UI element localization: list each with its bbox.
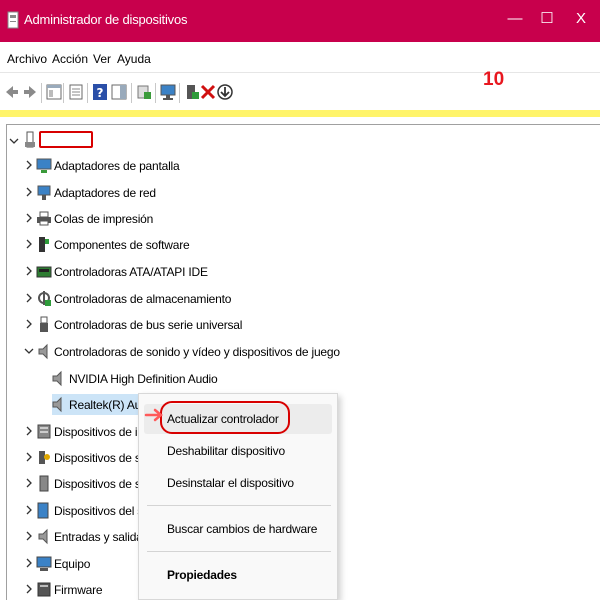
tree-item-label: Colas de impresión — [54, 212, 154, 226]
chevron-right-icon[interactable] — [24, 292, 34, 304]
tree-item-controladoras-almacenamiento[interactable]: Controladoras de almacenamiento — [7, 288, 597, 310]
forward-icon[interactable] — [21, 83, 39, 101]
help-icon[interactable]: ? — [91, 83, 109, 101]
chevron-right-icon[interactable] — [24, 477, 34, 489]
tree-item-controladoras-usb[interactable]: Controladoras de bus serie universal — [7, 314, 597, 336]
chevron-down-icon[interactable] — [9, 135, 19, 147]
properties-icon[interactable] — [67, 83, 85, 101]
tree-item-label: Adaptadores de pantalla — [54, 159, 180, 173]
toolbar-separator — [131, 83, 132, 103]
back-icon[interactable] — [3, 83, 21, 101]
red-highlight-oval — [160, 401, 290, 434]
step-number-annotation: 10 — [483, 69, 505, 90]
chevron-right-icon[interactable] — [24, 265, 34, 277]
ide-controller-icon — [36, 266, 52, 278]
tree-item-label: Equipo — [54, 557, 91, 571]
menu-item-disable-device[interactable]: Deshabilitar dispositivo — [144, 436, 332, 466]
network-adapter-icon — [37, 185, 51, 200]
chevron-right-icon[interactable] — [24, 212, 34, 224]
hid-icon — [37, 424, 51, 439]
tree-item-nvidia-audio[interactable]: NVIDIA High Definition Audio — [7, 368, 597, 390]
toolbar-separator — [179, 83, 180, 103]
tree-item-label: Controladoras de bus serie universal — [54, 318, 243, 332]
chevron-down-icon[interactable] — [24, 345, 34, 357]
speaker-icon — [52, 370, 62, 387]
menu-accion[interactable]: Acción — [52, 52, 88, 66]
redacted-computer-name — [39, 131, 93, 148]
window-title: Administrador de dispositivos — [24, 12, 188, 27]
software-component-icon — [39, 237, 49, 252]
chevron-right-icon[interactable] — [24, 504, 34, 516]
tree-item-label: NVIDIA High Definition Audio — [69, 372, 218, 386]
printer-icon — [37, 211, 51, 226]
highlight-bar — [0, 110, 600, 117]
chevron-right-icon[interactable] — [24, 451, 34, 463]
software-device-icon — [39, 475, 49, 492]
storage-controller-icon — [38, 291, 51, 306]
chevron-right-icon[interactable] — [24, 318, 34, 330]
tree-item-adaptadores-pantalla[interactable]: Adaptadores de pantalla — [7, 155, 597, 177]
tree-item-label: Controladoras de almacenamiento — [54, 292, 232, 306]
menu-item-scan-hardware[interactable]: Buscar cambios de hardware — [144, 514, 332, 544]
security-device-icon — [39, 451, 50, 464]
download-icon[interactable] — [216, 83, 234, 101]
speaker-icon — [52, 396, 62, 413]
tree-item-label: Adaptadores de red — [54, 186, 156, 200]
toolbar: ? — [0, 72, 600, 110]
menu-ver[interactable]: Ver — [93, 52, 111, 66]
menu-separator — [147, 551, 331, 552]
chevron-right-icon[interactable] — [24, 186, 34, 198]
menu-separator — [147, 505, 331, 506]
usb-icon — [40, 316, 48, 332]
menu-archivo[interactable]: Archivo — [7, 52, 47, 66]
context-menu: Actualizar controlador Deshabilitar disp… — [138, 393, 338, 600]
toolbar-separator — [87, 83, 88, 103]
pointer-arrow-icon — [144, 408, 163, 422]
speaker-icon — [38, 343, 48, 360]
menu-bar: Archivo Acción Ver Ayuda — [0, 42, 600, 72]
chevron-right-icon[interactable] — [24, 530, 34, 542]
uninstall-icon[interactable] — [199, 83, 217, 101]
update-driver-icon[interactable] — [135, 83, 153, 101]
action-pane-icon[interactable] — [110, 83, 128, 101]
close-button[interactable]: X — [566, 8, 596, 30]
tree-item-label: Componentes de software — [54, 238, 190, 252]
tree-item-colas-impresion[interactable]: Colas de impresión — [7, 208, 597, 230]
chevron-right-icon[interactable] — [24, 425, 34, 437]
title-bar: Administrador de dispositivos — ☐ X — [0, 0, 600, 42]
firmware-icon — [37, 582, 51, 597]
toolbar-separator — [63, 83, 64, 103]
show-hide-tree-icon[interactable] — [45, 83, 63, 101]
chevron-right-icon[interactable] — [24, 583, 34, 595]
tree-item-label: Controladoras de sonido y vídeo y dispos… — [54, 345, 340, 359]
chevron-right-icon[interactable] — [24, 238, 34, 250]
computer-icon — [36, 556, 52, 571]
toolbar-separator — [41, 83, 42, 103]
system-device-icon — [37, 502, 49, 519]
tree-item-adaptadores-red[interactable]: Adaptadores de red — [7, 182, 597, 204]
menu-ayuda[interactable]: Ayuda — [117, 52, 151, 66]
maximize-button[interactable]: ☐ — [532, 8, 562, 30]
menu-item-uninstall-device[interactable]: Desinstalar el dispositivo — [144, 468, 332, 498]
computer-root-icon — [25, 131, 35, 148]
tree-item-controladoras-sonido[interactable]: Controladoras de sonido y vídeo y dispos… — [7, 341, 597, 363]
tree-item-label: Controladoras ATA/ATAPI IDE — [54, 265, 208, 279]
device-manager-app-icon — [7, 11, 19, 29]
minimize-button[interactable]: — — [500, 8, 530, 30]
display-adapter-icon — [36, 158, 52, 173]
menu-item-properties[interactable]: Propiedades — [144, 560, 332, 590]
tree-item-controladoras-ata[interactable]: Controladoras ATA/ATAPI IDE — [7, 261, 597, 283]
chevron-right-icon[interactable] — [24, 159, 34, 171]
tree-item-componentes-software[interactable]: Componentes de software — [7, 234, 597, 256]
tree-item-label: Firmware — [54, 583, 103, 597]
svg-text:?: ? — [97, 86, 104, 100]
audio-io-icon — [38, 528, 48, 545]
tree-root[interactable] — [7, 131, 597, 153]
toolbar-separator — [155, 83, 156, 103]
chevron-right-icon[interactable] — [24, 557, 34, 569]
monitor-icon[interactable] — [159, 83, 177, 101]
